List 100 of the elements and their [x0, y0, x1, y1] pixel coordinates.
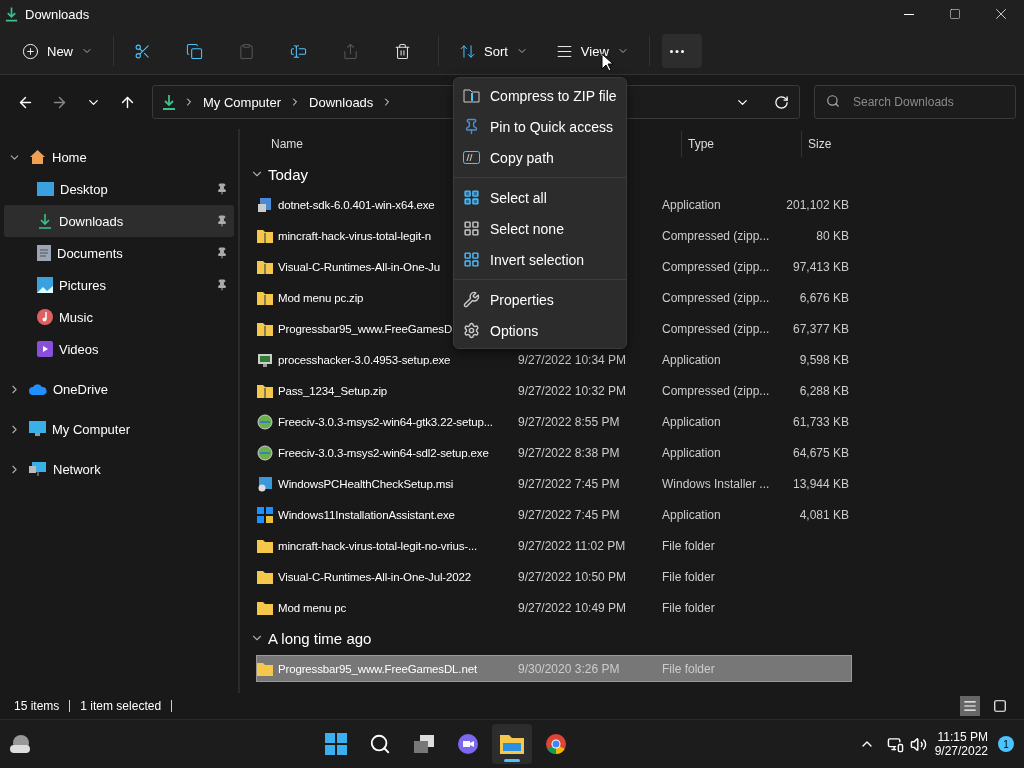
- column-header[interactable]: Type: [681, 131, 801, 157]
- network-icon: [886, 735, 904, 753]
- list-icon: [963, 699, 977, 713]
- search-field[interactable]: Search Downloads: [814, 85, 1016, 119]
- refresh-icon: [774, 94, 789, 110]
- pin-icon: [463, 118, 480, 135]
- network-icon: [29, 461, 47, 477]
- sidebar-item[interactable]: Music: [4, 301, 234, 333]
- sidebar-item[interactable]: Network: [4, 453, 234, 485]
- share-icon: [342, 42, 359, 60]
- file-size: 6,288 KB: [798, 383, 849, 398]
- house-icon: [29, 149, 46, 165]
- settings-icon: [463, 322, 480, 339]
- selected-file-row[interactable]: Progressbar95_www.FreeGamesDL.net 9/30/2020 3:26 PM File folder: [256, 655, 852, 682]
- date-modified: 9/27/2022 11:02 PM: [518, 538, 627, 553]
- sidebar-item[interactable]: My Computer: [4, 413, 234, 445]
- sidebar-item[interactable]: Videos: [4, 333, 234, 365]
- item-count: 15 items: [14, 699, 60, 713]
- zip-folder-icon: [257, 290, 273, 305]
- breadcrumb[interactable]: Downloads: [307, 94, 376, 110]
- file-name: Windows11InstallationAssistant.exe: [278, 508, 455, 521]
- menu-item[interactable]: Select none: [454, 213, 626, 244]
- search-icon: [826, 94, 840, 108]
- file-type: Windows Installer ...: [662, 476, 771, 491]
- zip-folder-icon: [257, 259, 273, 274]
- date-modified: 9/30/2020 3:26 PM: [518, 661, 621, 676]
- path-icon: [463, 151, 480, 164]
- file-name: Freeciv-3.0.3-msys2-win64-sdl2-setup.exe: [278, 446, 489, 459]
- desktop-icon: [37, 182, 54, 196]
- globe-icon: [257, 413, 273, 430]
- file-explorer-button[interactable]: [492, 724, 533, 764]
- file-size: 9,598 KB: [798, 352, 849, 367]
- new-button[interactable]: New: [14, 34, 101, 68]
- trash-icon: [394, 42, 411, 60]
- folder-icon: [257, 661, 273, 676]
- file-type: File folder: [662, 600, 716, 615]
- file-type: Application: [662, 197, 722, 212]
- file-size: 201,102 KB: [785, 197, 849, 212]
- zip-folder-icon: [257, 383, 273, 398]
- menu-item[interactable]: Invert selection: [454, 244, 626, 275]
- video-camera-icon: [457, 733, 480, 755]
- plus-icon: [22, 42, 39, 60]
- file-type: Application: [662, 445, 722, 460]
- file-size: 80 KB: [815, 228, 849, 243]
- minimize-icon: [904, 13, 914, 15]
- date-modified: 9/27/2022 7:45 PM: [518, 507, 621, 522]
- menu-item[interactable]: Copy path: [454, 142, 626, 173]
- breadcrumb[interactable]: My Computer: [201, 94, 284, 110]
- date-modified: 9/27/2022 10:50 PM: [518, 569, 628, 584]
- file-size: 13,944 KB: [791, 476, 849, 491]
- file-size: 6,676 KB: [798, 290, 849, 305]
- file-type: File folder: [662, 661, 716, 676]
- folder-icon: [500, 734, 525, 754]
- sidebar-item[interactable]: Home: [4, 141, 234, 173]
- sidebar-item[interactable]: OneDrive: [4, 373, 234, 405]
- rename-icon: [290, 42, 307, 60]
- installer-icon: [257, 196, 273, 213]
- clock-time: 11:15 PM: [937, 730, 988, 744]
- browser-logo-icon: [545, 733, 568, 755]
- download-icon: [37, 213, 53, 229]
- music-icon: [37, 309, 53, 325]
- file-type: Compressed (zipp...: [662, 383, 771, 398]
- file-name: dotnet-sdk-6.0.401-win-x64.exe: [278, 198, 435, 211]
- sort-button[interactable]: Sort: [451, 34, 536, 68]
- download-icon: [161, 94, 177, 110]
- menu-item[interactable]: Properties: [454, 284, 626, 315]
- details-view-button[interactable]: [960, 696, 980, 716]
- file-size: 67,377 KB: [791, 321, 849, 336]
- date-modified: 9/27/2022 10:34 PM: [518, 352, 628, 367]
- menu-item[interactable]: Options: [454, 315, 626, 346]
- sidebar-item[interactable]: Downloads: [4, 205, 234, 237]
- monitor-icon: [257, 351, 273, 368]
- monitor-icon: [29, 421, 46, 437]
- file-name: mincraft-hack-virus-total-legit-no-vrius-...: [278, 539, 478, 552]
- column-header[interactable]: Size: [801, 131, 881, 157]
- search-icon: [369, 733, 392, 755]
- menu-item[interactable]: Select all: [454, 182, 626, 213]
- notification-badge[interactable]: 1: [998, 736, 1014, 752]
- file-type: Application: [662, 507, 722, 522]
- date-modified: 9/27/2022 8:38 PM: [518, 445, 621, 460]
- sidebar-item[interactable]: Documents: [4, 237, 234, 269]
- installer-icon: [257, 475, 273, 492]
- view-button[interactable]: View: [547, 34, 637, 68]
- file-name: Freeciv-3.0.3-msys2-win64-gtk3.22-setup...: [278, 415, 493, 428]
- more-icon: [669, 49, 684, 53]
- windows-logo-icon: [257, 506, 273, 523]
- sidebar-item[interactable]: Pictures: [4, 269, 234, 301]
- windows-logo-icon: [325, 733, 348, 755]
- file-name: mincraft-hack-virus-total-legit-n: [278, 229, 431, 242]
- folder-icon: [257, 569, 273, 584]
- date-modified: 9/27/2022 7:45 PM: [518, 476, 621, 491]
- copy-icon: [186, 42, 203, 60]
- file-name: Progressbar95_www.FreeGamesD: [278, 322, 453, 335]
- sidebar-item[interactable]: Desktop: [4, 173, 234, 205]
- file-name: Mod menu pc.zip: [278, 291, 364, 304]
- file-type: Compressed (zipp...: [662, 228, 771, 243]
- file-name: Visual-C-Runtimes-All-in-One-Jul-2022: [278, 570, 471, 583]
- file-name: Progressbar95_www.FreeGamesDL.net: [278, 662, 477, 675]
- file-type: Application: [662, 414, 722, 429]
- file-name: processhacker-3.0.4953-setup.exe: [278, 353, 451, 366]
